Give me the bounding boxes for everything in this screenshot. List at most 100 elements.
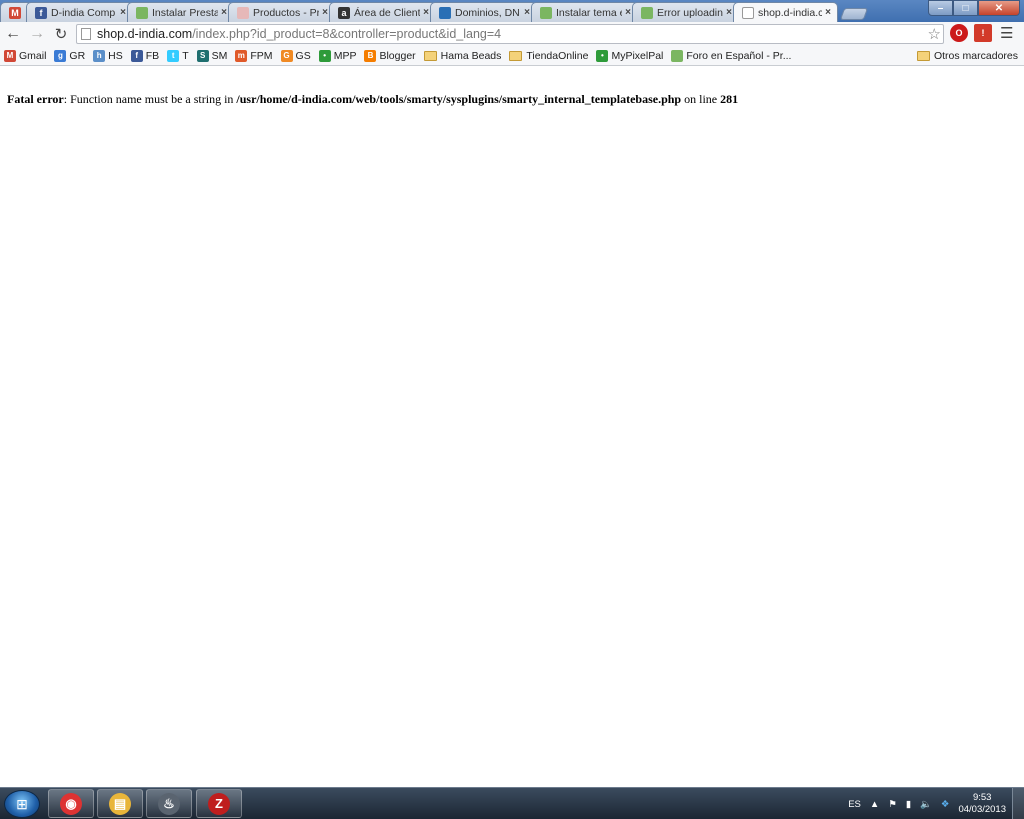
tab-title: D-india Comp: [51, 6, 116, 19]
tab[interactable]: Instalar Presta ×: [127, 2, 234, 22]
page-content: Fatal error: Function name must be a str…: [0, 67, 1024, 787]
bookmark-item[interactable]: • MPP: [318, 49, 357, 62]
tab[interactable]: a Área de Cliente ×: [329, 2, 436, 22]
bookmark-star-icon[interactable]: ☆: [928, 25, 941, 43]
bookmark-item[interactable]: m FPM: [235, 49, 273, 62]
forward-button[interactable]: →: [26, 23, 48, 45]
bookmark-label: MPP: [333, 49, 357, 62]
notification-extension-icon[interactable]: !: [974, 24, 992, 42]
error-file: /usr/home/d-india.com/web/tools/smarty/s…: [236, 92, 682, 106]
bookmark-label: Gmail: [19, 49, 47, 62]
bookmark-label: HS: [108, 49, 123, 62]
browser-toolbar: ← → ↻ shop.d-india.com/index.php?id_prod…: [0, 22, 1024, 46]
other-bookmarks[interactable]: Otros marcadores: [916, 50, 1018, 62]
page-icon: [742, 6, 754, 19]
tab-title: Instalar Presta: [152, 6, 219, 19]
tab[interactable]: Dominios, DN ×: [430, 2, 537, 22]
tab-close-icon[interactable]: ×: [423, 7, 429, 18]
dropbox-icon[interactable]: ❖: [941, 799, 950, 810]
taskbar-item[interactable]: ▤: [97, 789, 143, 818]
new-tab-button[interactable]: [839, 8, 869, 20]
tab-close-icon[interactable]: ×: [120, 7, 126, 18]
bookmark-item[interactable]: S SM: [196, 49, 228, 62]
tab[interactable]: shop.d-india.c ×: [733, 2, 838, 22]
twitter-icon: t: [167, 49, 180, 62]
bookmark-item[interactable]: TiendaOnline: [509, 50, 588, 62]
bookmark-label: SM: [211, 49, 228, 62]
clientarea-icon: a: [338, 6, 350, 19]
facebook-icon: f: [130, 49, 143, 62]
tab-close-icon[interactable]: ×: [322, 7, 328, 18]
clock[interactable]: 9:53 04/03/2013: [958, 792, 1006, 816]
tab-list: Mf D-india Comp × Instalar Presta × Productos…: [0, 2, 869, 22]
start-button[interactable]: ⊞: [4, 790, 40, 818]
bookmark-item[interactable]: B Blogger: [364, 49, 416, 62]
tab[interactable]: Error uploadin ×: [632, 2, 739, 22]
back-button[interactable]: ←: [2, 23, 24, 45]
bookmark-item[interactable]: f FB: [130, 49, 159, 62]
address-bar[interactable]: shop.d-india.com/index.php?id_product=8&…: [76, 24, 944, 44]
bookmark-item[interactable]: g GR: [54, 49, 86, 62]
fatal-error-message: Fatal error: Function name must be a str…: [7, 92, 738, 107]
blogger-icon: B: [364, 49, 377, 62]
bookmark-label: GR: [69, 49, 86, 62]
bookmark-item[interactable]: Foro en Español - Pr...: [671, 49, 791, 62]
doc-icon: [237, 6, 249, 19]
other-bookmarks-label: Otros marcadores: [933, 50, 1018, 62]
show-desktop-button[interactable]: [1012, 788, 1024, 819]
taskbar-item[interactable]: ◉: [48, 789, 94, 818]
prestashop-icon: [136, 6, 148, 19]
facebook-icon: f: [35, 6, 47, 19]
folder-icon: [509, 50, 523, 61]
bookmark-label: Hama Beads: [440, 49, 502, 62]
bookmark-item[interactable]: G GS: [280, 49, 311, 62]
globe-icon: [439, 6, 451, 19]
reload-button[interactable]: ↻: [50, 23, 72, 45]
menu-icon[interactable]: ☰: [1000, 24, 1013, 42]
network-icon[interactable]: ▮: [906, 799, 911, 810]
gmail-icon: M: [9, 6, 21, 19]
bookmark-item[interactable]: h HS: [93, 49, 123, 62]
tab-close-icon[interactable]: ×: [825, 7, 831, 18]
page-icon: [81, 28, 91, 40]
tab[interactable]: f D-india Comp ×: [26, 2, 133, 22]
close-window-button[interactable]: ✕: [978, 0, 1020, 16]
language-indicator[interactable]: ES: [848, 799, 861, 810]
steam-icon: ♨: [158, 792, 180, 815]
action-center-flag-icon[interactable]: ⚑: [888, 799, 897, 810]
tab-close-icon[interactable]: ×: [625, 7, 631, 18]
tab-title: Productos - Pr: [253, 6, 320, 19]
sm-icon: S: [196, 49, 209, 62]
filezilla-icon: Z: [208, 792, 230, 815]
bookmark-item[interactable]: Hama Beads: [423, 49, 502, 62]
show-hidden-icons-icon[interactable]: ▲: [870, 799, 879, 810]
address-host: shop.d-india.com: [97, 27, 193, 41]
gs-icon: G: [280, 49, 293, 62]
tab-title: Error uploadin: [657, 6, 723, 19]
chrome-icon: ◉: [60, 792, 82, 815]
minimize-button[interactable]: –: [928, 0, 953, 16]
opera-extension-icon[interactable]: O: [950, 24, 968, 42]
maximize-button[interactable]: □: [953, 0, 978, 16]
bookmark-item[interactable]: • MyPixelPal: [596, 49, 664, 62]
gmail-icon: M: [4, 49, 16, 62]
bookmark-label: FPM: [250, 49, 273, 62]
bookmark-label: MyPixelPal: [611, 49, 664, 62]
tab-close-icon[interactable]: ×: [726, 7, 732, 18]
address-path: /index.php?id_product=8&controller=produ…: [192, 27, 502, 41]
volume-icon[interactable]: 🔈: [920, 799, 932, 810]
taskbar: ⊞ ◉ ▤ ♨ Z ES ▲ ⚑ ▮ 🔈 ❖ 9:53 04/03/2013: [0, 787, 1024, 819]
bookmark-item[interactable]: M Gmail: [4, 49, 47, 62]
tab[interactable]: Productos - Pr ×: [228, 2, 335, 22]
tab-close-icon[interactable]: ×: [221, 7, 227, 18]
error-line-number: 281: [720, 92, 739, 106]
mpp-icon: •: [318, 49, 331, 62]
tab[interactable]: Instalar tema e ×: [531, 2, 638, 22]
taskbar-item[interactable]: Z: [196, 789, 242, 818]
bookmark-item[interactable]: tT: [167, 49, 189, 62]
tab-close-icon[interactable]: ×: [524, 7, 530, 18]
google-reader-icon: g: [54, 49, 67, 62]
tab-title: Instalar tema e: [556, 6, 623, 19]
extension-area: O ! ☰: [950, 24, 1013, 42]
taskbar-item[interactable]: ♨: [146, 789, 192, 818]
